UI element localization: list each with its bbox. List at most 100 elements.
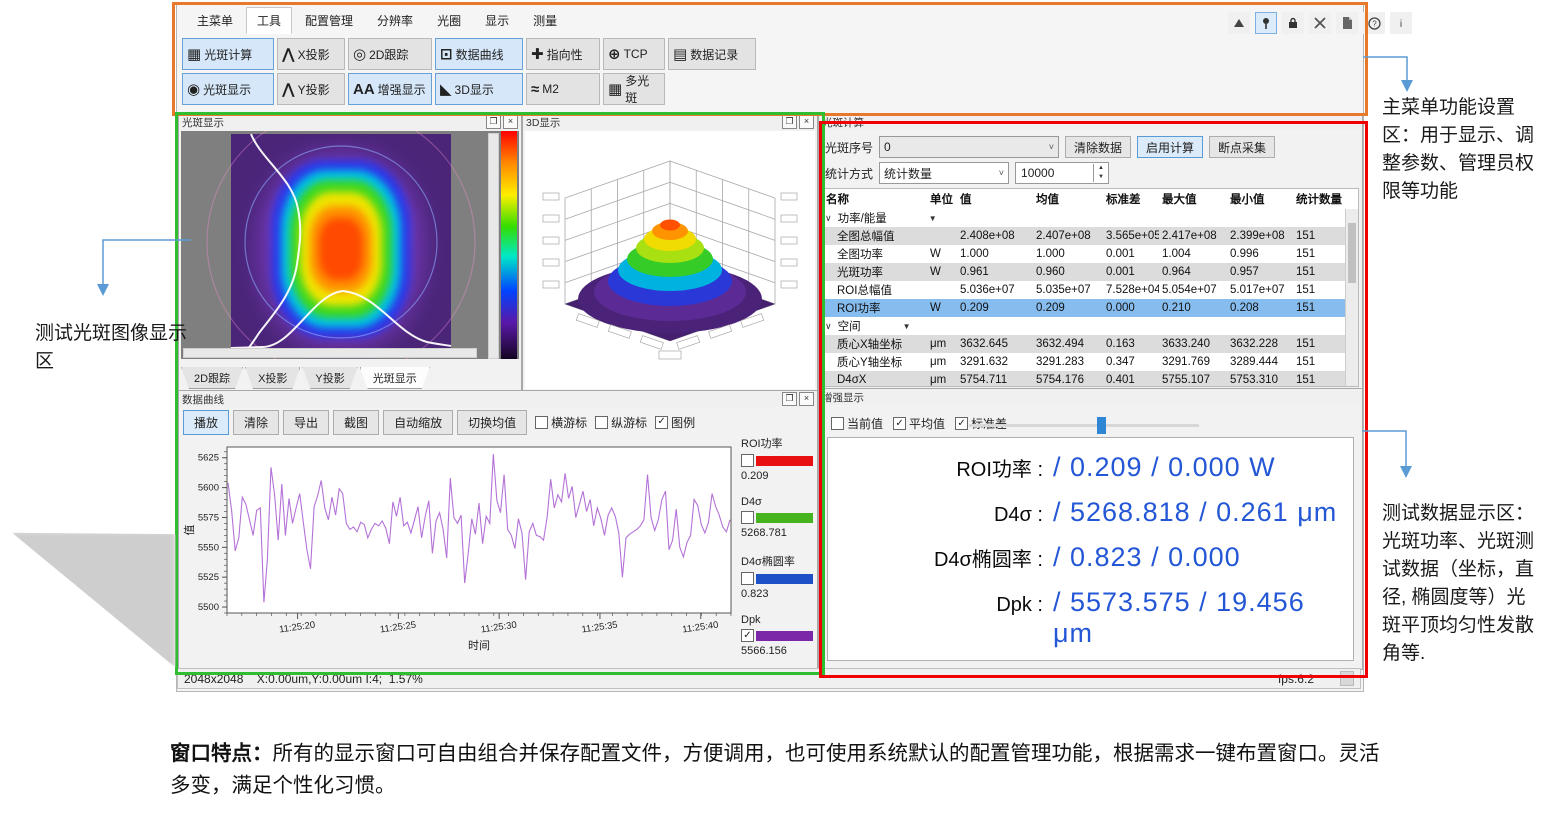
cut-icon[interactable] bbox=[1309, 12, 1331, 34]
tab-光斑显示[interactable]: 光斑显示 bbox=[360, 367, 430, 389]
surface-3d-plot[interactable] bbox=[525, 131, 815, 389]
legend-checkbox[interactable] bbox=[741, 454, 754, 467]
curve-button-清除[interactable]: 清除 bbox=[233, 410, 279, 435]
table-row[interactable]: 全图功率W1.0001.0000.0011.0040.996151 bbox=[823, 245, 1358, 263]
calc-button-断点采集[interactable]: 断点采集 bbox=[1209, 136, 1275, 158]
menu-item-光圈[interactable]: 光圈 bbox=[426, 7, 472, 34]
row-cell: 3632.228 bbox=[1227, 338, 1293, 350]
float-icon[interactable]: ❐ bbox=[486, 115, 501, 129]
expander-icon[interactable]: ∨ bbox=[825, 213, 832, 224]
menu-item-主菜单[interactable]: 主菜单 bbox=[186, 7, 244, 34]
table-row[interactable]: D4σXμm5754.7115754.1760.4015755.1075753.… bbox=[823, 371, 1358, 387]
stat-mode-select[interactable]: 统计数量˅ bbox=[879, 162, 1009, 184]
curve-button-截图[interactable]: 截图 bbox=[333, 410, 379, 435]
filter-icon[interactable]: ▼ bbox=[903, 322, 911, 331]
checkbox-横游标[interactable]: 横游标 bbox=[535, 414, 587, 431]
table-group-row-空间[interactable]: ∨空间▼ bbox=[823, 317, 1358, 335]
row-name: 光斑功率 bbox=[823, 264, 927, 280]
close-icon[interactable]: × bbox=[799, 115, 814, 129]
toolbar-button-光斑计算[interactable]: ▦光斑计算 bbox=[182, 38, 274, 70]
row-cell: 7.528e+04 bbox=[1103, 284, 1159, 296]
close-icon[interactable]: × bbox=[799, 392, 814, 406]
curve-button-切换均值[interactable]: 切换均值 bbox=[457, 410, 527, 435]
calc-button-清除数据[interactable]: 清除数据 bbox=[1065, 136, 1131, 158]
window-controls: ? i bbox=[1228, 12, 1412, 34]
info-icon[interactable]: i bbox=[1390, 12, 1412, 34]
toolbar-button-数据记录[interactable]: ▤数据记录 bbox=[668, 38, 756, 70]
column-header: 标准差 bbox=[1103, 191, 1159, 207]
vertical-scrollbar[interactable] bbox=[488, 133, 499, 359]
horizontal-scrollbar[interactable] bbox=[183, 348, 477, 358]
calc-button-启用计算[interactable]: 启用计算 bbox=[1137, 136, 1203, 158]
checkbox-纵游标[interactable]: 纵游标 bbox=[595, 414, 647, 431]
toolbar-button-Y投影[interactable]: ⋀Y投影 bbox=[277, 73, 345, 105]
toolbar-button-X投影[interactable]: ⋀X投影 bbox=[277, 38, 345, 70]
spot-calc-panel: 光斑计算 光斑序号 0˅ 清除数据启用计算断点采集 统计方式 统计数量˅ 100… bbox=[818, 113, 1363, 390]
table-row[interactable]: 全图总幅值2.408e+082.407e+083.565e+052.417e+0… bbox=[823, 227, 1358, 245]
TCP-icon: ⊕ bbox=[608, 47, 621, 62]
table-row[interactable]: 光斑功率W0.9610.9600.0010.9640.957151 bbox=[823, 263, 1358, 281]
toolbar-button-多光斑[interactable]: ▦多光斑 bbox=[603, 73, 665, 105]
toolbar-button-3D显示[interactable]: ◣3D显示 bbox=[435, 73, 523, 105]
menu-item-配置管理[interactable]: 配置管理 bbox=[294, 7, 364, 34]
float-icon[interactable]: ❐ bbox=[782, 392, 797, 406]
legend-value: 5268.781 bbox=[741, 527, 813, 539]
svg-text:11:25:20: 11:25:20 bbox=[278, 620, 315, 636]
legend-checkbox[interactable] bbox=[741, 511, 754, 524]
toolbar-button-TCP[interactable]: ⊕TCP bbox=[603, 38, 665, 70]
table-row[interactable]: ROI功率W0.2090.2090.0000.2100.208151 bbox=[823, 299, 1358, 317]
row-name: 质心X轴坐标 bbox=[823, 336, 927, 352]
curve-button-导出[interactable]: 导出 bbox=[283, 410, 329, 435]
collapse-icon[interactable] bbox=[1228, 12, 1250, 34]
menu-item-测量[interactable]: 测量 bbox=[522, 7, 568, 34]
resize-grip[interactable] bbox=[1340, 671, 1354, 686]
close-icon[interactable]: × bbox=[503, 115, 518, 129]
beam-panel-titlebar: 光斑显示 ❐ × bbox=[179, 114, 521, 130]
stat-count-spinner[interactable]: 10000▲▼ bbox=[1015, 162, 1109, 184]
row-cell: 0.209 bbox=[957, 302, 1033, 314]
table-group-row-功率/能量[interactable]: ∨功率/能量▼ bbox=[823, 209, 1358, 227]
filter-icon[interactable]: ▼ bbox=[929, 214, 937, 223]
tab-Y投影[interactable]: Y投影 bbox=[302, 367, 357, 389]
checkbox-平均值[interactable]: ✓平均值 bbox=[893, 415, 945, 432]
footer-note: 窗口特点：所有的显示窗口可自由组合并保存配置文件，方便调用，也可使用系统默认的配… bbox=[170, 738, 1385, 802]
toolbar-button-2D跟踪[interactable]: ◎2D跟踪 bbox=[348, 38, 432, 70]
table-row[interactable]: 质心Y轴坐标μm3291.6323291.2830.3473291.769328… bbox=[823, 353, 1358, 371]
legend-bar-row bbox=[741, 572, 813, 585]
row-cell: 3291.283 bbox=[1033, 356, 1103, 368]
readout-label: D4σ椭圆率 : bbox=[828, 543, 1043, 572]
data-curve-chart[interactable]: 55005525555055755600562511:25:2011:25:25… bbox=[181, 437, 739, 663]
tab-2D跟踪[interactable]: 2D跟踪 bbox=[181, 367, 243, 389]
curve-button-播放[interactable]: 播放 bbox=[183, 410, 229, 435]
menu-item-分辨率[interactable]: 分辨率 bbox=[366, 7, 424, 34]
toolbar-button-光斑显示[interactable]: ◉光斑显示 bbox=[182, 73, 274, 105]
beam-heatmap-image[interactable] bbox=[231, 134, 451, 356]
checkbox-当前值[interactable]: 当前值 bbox=[831, 415, 883, 432]
checkbox-图例[interactable]: ✓图例 bbox=[655, 414, 695, 431]
row-name: D4σX bbox=[823, 374, 927, 386]
slider-handle[interactable] bbox=[1097, 417, 1106, 434]
file-icon[interactable] bbox=[1336, 12, 1358, 34]
menu-item-显示[interactable]: 显示 bbox=[474, 7, 520, 34]
legend-checkbox[interactable]: ✓ bbox=[741, 629, 754, 642]
row-cell: 0.401 bbox=[1103, 374, 1159, 386]
table-row[interactable]: ROI总幅值5.036e+075.035e+077.528e+045.054e+… bbox=[823, 281, 1358, 299]
table-scrollbar[interactable] bbox=[1345, 209, 1358, 386]
help-icon[interactable]: ? bbox=[1363, 12, 1385, 34]
tab-X投影[interactable]: X投影 bbox=[245, 367, 300, 389]
toolbar-button-指向性[interactable]: ✚指向性 bbox=[526, 38, 600, 70]
curve-button-自动缩放[interactable]: 自动缩放 bbox=[383, 410, 453, 435]
float-icon[interactable]: ❐ bbox=[782, 115, 797, 129]
expander-icon[interactable]: ∨ bbox=[825, 321, 832, 332]
legend-checkbox[interactable] bbox=[741, 572, 754, 585]
toolbar-button-数据曲线[interactable]: ⊡数据曲线 bbox=[435, 38, 523, 70]
toolbar-button-M2[interactable]: ≈M2 bbox=[526, 73, 600, 105]
menu-item-工具[interactable]: 工具 bbox=[246, 7, 292, 34]
toolbar-button-增强显示[interactable]: AA增强显示 bbox=[348, 73, 432, 105]
table-row[interactable]: 质心X轴坐标μm3632.6453632.4940.1633633.240363… bbox=[823, 335, 1358, 353]
spinner-arrows[interactable]: ▲▼ bbox=[1093, 164, 1108, 182]
lock-icon[interactable] bbox=[1282, 12, 1304, 34]
pin-icon[interactable] bbox=[1255, 12, 1277, 34]
calc-buttons: 清除数据启用计算断点采集 bbox=[1065, 136, 1275, 158]
spot-index-select[interactable]: 0˅ bbox=[879, 136, 1059, 158]
